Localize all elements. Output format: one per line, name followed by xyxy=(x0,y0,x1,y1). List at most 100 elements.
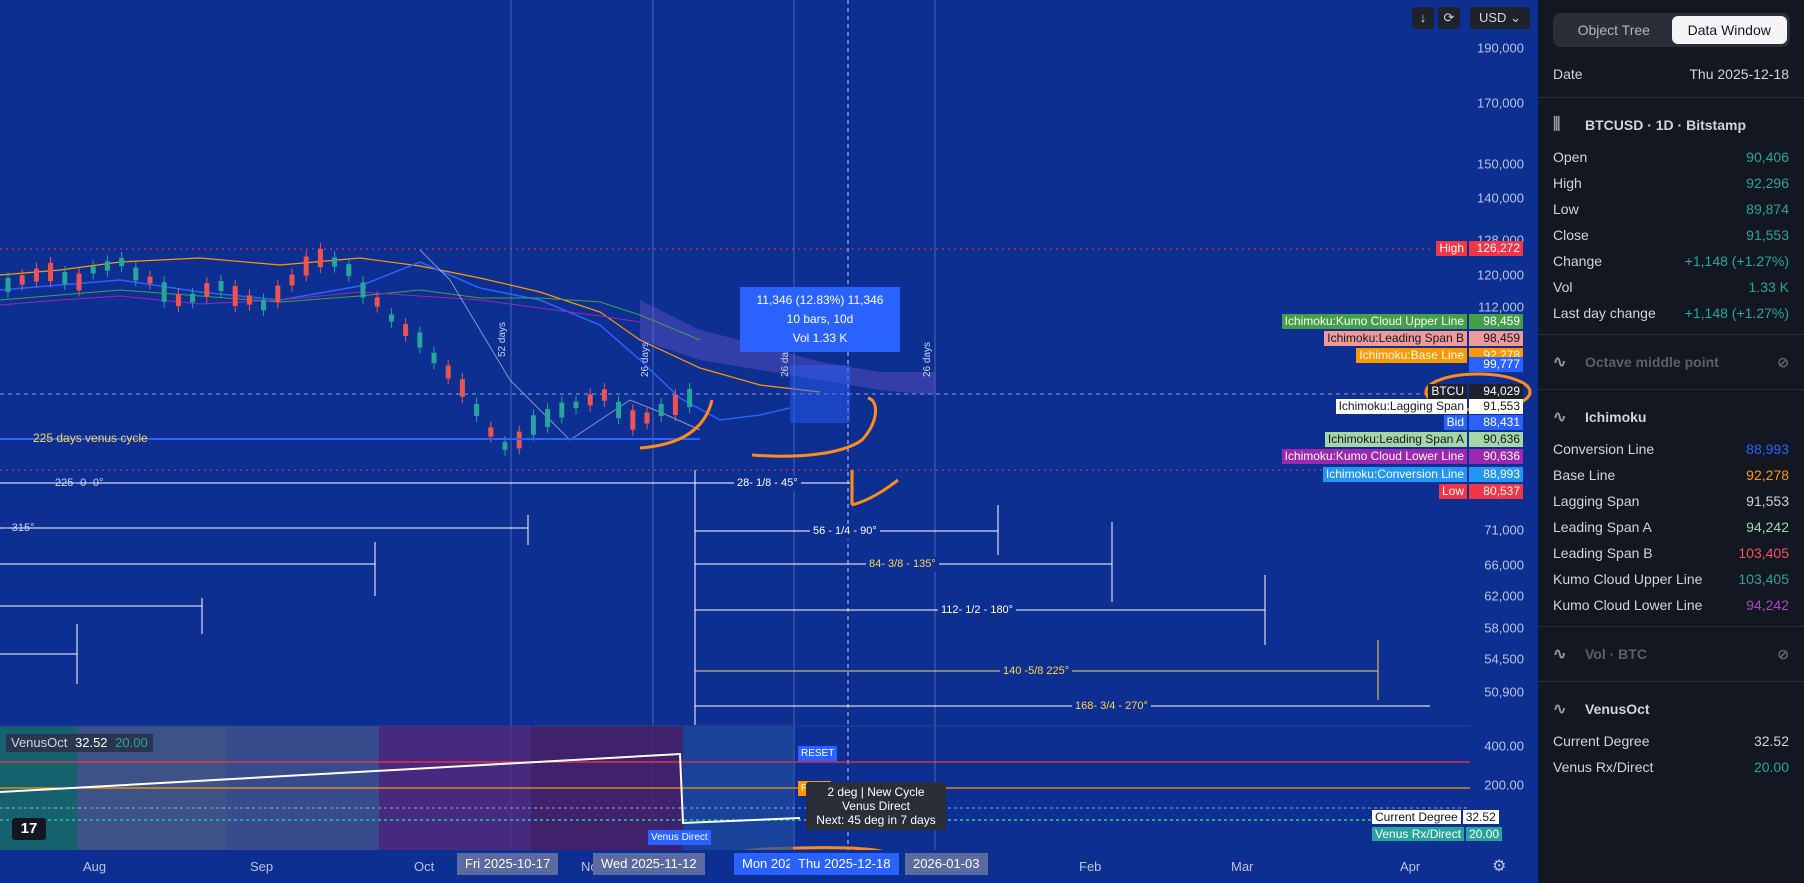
price-tag-label: Ichimoku:Leading Span A xyxy=(1324,432,1467,447)
row-value: 94,242 xyxy=(1746,519,1789,535)
candle-body xyxy=(488,427,494,437)
price-tag-value: 88,431 xyxy=(1469,415,1523,430)
price-tag-label: Ichimoku:Conversion Line xyxy=(1322,467,1467,482)
ichimoku-header[interactable]: ∿ Ichimoku xyxy=(1538,398,1804,436)
price-axis-label: 150,000 xyxy=(1477,156,1524,172)
osc-tag-venus-rx: Venus Rx/Direct 20.00 xyxy=(1369,827,1505,842)
oscillator-value1: 32.52 xyxy=(75,735,108,750)
row-value: 92,296 xyxy=(1746,175,1789,191)
price-tag: High 126,272 xyxy=(1436,241,1523,256)
candle-body xyxy=(616,401,622,419)
price-tag: Ichimoku:Kumo Cloud Upper Line 98,459 xyxy=(1281,314,1523,329)
price-tag: Ichimoku:Leading Span A 90,636 xyxy=(1324,432,1523,447)
row-label: High xyxy=(1553,175,1582,191)
row-value: 91,553 xyxy=(1746,493,1789,509)
price-tag: Ichimoku:Leading Span B 98,459 xyxy=(1324,331,1523,346)
download-button[interactable]: ↓ xyxy=(1412,7,1434,29)
candle-body xyxy=(303,256,309,276)
currency-select[interactable]: USD ⌄ xyxy=(1470,7,1530,29)
candle-body xyxy=(374,297,380,307)
candle-body xyxy=(275,285,281,303)
price-axis-label: 71,000 xyxy=(1484,522,1524,538)
osc-axis-label: 400.00 xyxy=(1484,738,1524,754)
candle-body xyxy=(658,403,664,417)
price-axis-label: 58,000 xyxy=(1484,620,1524,636)
octave-header[interactable]: ∿ Octave middle point ⊘ xyxy=(1538,343,1804,381)
eye-hidden-icon[interactable]: ⊘ xyxy=(1777,646,1789,663)
measure-tooltip: 11,346 (12.83%) 11,346 10 bars, 10d Vol … xyxy=(740,287,900,352)
arrow-label-4: 112- 1/2 - 180° xyxy=(938,603,1017,618)
row-value: +1,148 (+1.27%) xyxy=(1684,253,1789,269)
row-value: 1.33 K xyxy=(1748,279,1789,295)
vline-label-52: 52 days xyxy=(497,321,508,357)
row-label: Venus Rx/Direct xyxy=(1553,759,1654,775)
tooltip-line3: Next: 45 deg in 7 days xyxy=(816,813,936,827)
candle-body xyxy=(62,272,68,284)
time-label-apr: Apr xyxy=(1400,859,1421,874)
candle-body xyxy=(119,257,125,267)
row-label: Leading Span A xyxy=(1553,519,1652,535)
arrow-label-6: 168- 3/4 - 270° xyxy=(1072,699,1151,714)
row-label: Kumo Cloud Lower Line xyxy=(1553,597,1703,613)
row-label: Change xyxy=(1553,253,1603,269)
row-value: 103,405 xyxy=(1738,571,1789,587)
row-label: Kumo Cloud Upper Line xyxy=(1553,571,1703,587)
time-label-sep: Sep xyxy=(250,859,274,874)
vol-header[interactable]: ∿ Vol · BTC ⊘ xyxy=(1538,635,1804,673)
row-value: 94,242 xyxy=(1746,597,1789,613)
row-label: Lagging Span xyxy=(1553,493,1640,509)
settings-gear-icon[interactable]: ⚙ xyxy=(1492,856,1506,876)
candle-body xyxy=(175,293,181,307)
ichimoku-values: Conversion Line 88,993 Base Line 92,278 Lagg… xyxy=(1538,436,1804,618)
venusoct-header[interactable]: ∿ VenusOct xyxy=(1538,690,1804,728)
candle-body xyxy=(644,412,650,424)
wave-icon: ∿ xyxy=(1553,701,1567,718)
candle-body xyxy=(687,388,693,408)
venus-row: Venus Rx/Direct 20.00 xyxy=(1538,754,1804,780)
chart-canvas[interactable] xyxy=(0,0,1538,883)
venus-arrow-label: 225- 0- 0° xyxy=(55,477,104,489)
time-box-1017: Fri 2025-10-17 xyxy=(457,853,559,875)
candle-body xyxy=(246,295,252,305)
venusoct-values: Current Degree 32.52 Venus Rx/Direct 20.00 xyxy=(1538,728,1804,780)
time-label-aug: Aug xyxy=(83,859,107,874)
candle-body xyxy=(601,389,607,401)
vline-label-26c: 26 days xyxy=(922,341,933,377)
candle-body xyxy=(431,352,437,364)
row-value: 92,278 xyxy=(1746,467,1789,483)
candle-body xyxy=(317,248,323,268)
row-label: Leading Span B xyxy=(1553,545,1653,561)
price-tag: Ichimoku:Conversion Line 88,993 xyxy=(1322,467,1523,482)
time-box-0103: 2026-01-03 xyxy=(905,853,988,875)
candle-body xyxy=(5,278,11,292)
ohlc-row: Change +1,148 (+1.27%) xyxy=(1538,248,1804,274)
candle-body xyxy=(502,442,508,450)
eye-hidden-icon[interactable]: ⊘ xyxy=(1777,354,1789,371)
time-label-mar: Mar xyxy=(1231,859,1254,874)
tab-object-tree[interactable]: Object Tree xyxy=(1556,16,1672,44)
download-icon: ↓ xyxy=(1419,10,1427,25)
candle-body xyxy=(133,267,139,281)
row-label: Last day change xyxy=(1553,305,1656,321)
price-tag-label: Low xyxy=(1438,484,1467,499)
price-tag-label: Ichimoku:Kumo Cloud Upper Line xyxy=(1281,314,1467,329)
tab-data-window[interactable]: Data Window xyxy=(1671,16,1787,44)
refresh-button[interactable]: ⟳ xyxy=(1438,7,1460,29)
price-tag-value: 98,459 xyxy=(1469,331,1523,346)
tradingview-logo[interactable]: 17 xyxy=(12,818,46,840)
price-axis-label: 140,000 xyxy=(1477,190,1524,206)
symbol-header[interactable]: ⫼ BTCUSD · 1D · Bitstamp xyxy=(1538,106,1804,144)
panel-tabs: Object Tree Data Window xyxy=(1553,13,1790,47)
candle-body xyxy=(545,408,551,428)
candles-icon: ⫼ xyxy=(1553,116,1561,133)
price-tag: Low 80,537 xyxy=(1438,484,1523,499)
row-label: Current Degree xyxy=(1553,733,1650,749)
oscillator-legend[interactable]: VenusOct 32.52 20.00 xyxy=(6,734,153,752)
chart-area[interactable]: ↓ ⟳ USD ⌄ 190,000 170,000 150,000 140,000 12… xyxy=(0,0,1538,883)
osc-tag-current-degree: Current Degree 32.52 xyxy=(1369,810,1502,825)
measure-bars: 10 bars, 10d xyxy=(786,312,854,326)
vline-label-26b: 26 da xyxy=(780,351,791,377)
price-tag-value: 80,537 xyxy=(1469,484,1523,499)
ichimoku-row: Leading Span A 94,242 xyxy=(1538,514,1804,540)
candle-body xyxy=(346,264,352,276)
